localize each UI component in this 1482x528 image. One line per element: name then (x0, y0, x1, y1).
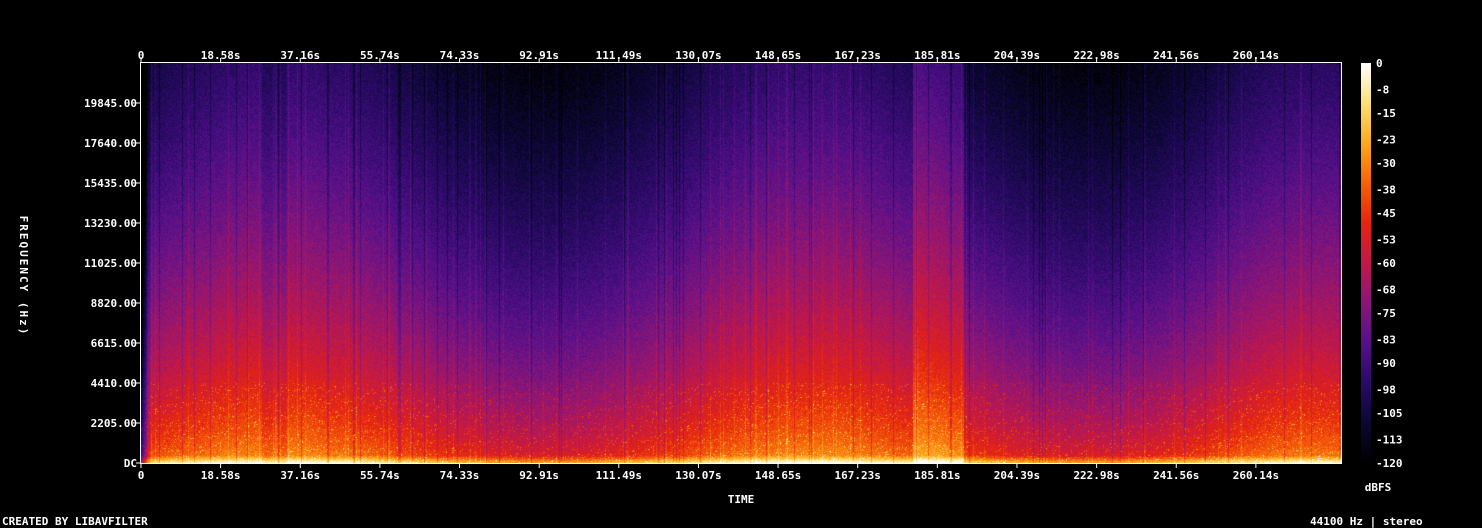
y-tick-label: 6615.00 (91, 337, 137, 350)
colorbar-tick-label: 0 (1376, 57, 1383, 70)
y-tick-label: 2205.00 (91, 417, 137, 430)
x-tick-label-top: 18.58s (201, 49, 241, 62)
colorbar-label: dBFS (1365, 481, 1392, 494)
colorbar-tick-label: -105 (1376, 407, 1403, 420)
colorbar-tick-label: -15 (1376, 107, 1396, 120)
x-tick-label-top: 55.74s (360, 49, 400, 62)
colorbar-tick-label: -98 (1376, 384, 1396, 397)
x-tick-label-top: 167.23s (835, 49, 881, 62)
y-tick-label: 11025.00 (84, 257, 137, 270)
y-tick-label: 19845.00 (84, 97, 137, 110)
x-tick-label-top: 148.65s (755, 49, 801, 62)
x-tick-label-top: 260.14s (1233, 49, 1279, 62)
x-tick-label-bottom: 204.39s (994, 469, 1040, 482)
footer-sample-info: 44100 Hz | stereo (1310, 515, 1423, 528)
x-tick-label-bottom: 18.58s (201, 469, 241, 482)
x-tick-label-bottom: 185.81s (914, 469, 960, 482)
spectrogram-chart: 0 0 18.58s 18.58s 37.16s 37.16s 55.74s 55.74s 74… (17, 49, 1403, 506)
x-tick-label-bottom: 130.07s (675, 469, 721, 482)
x-tick-label-top: 222.98s (1073, 49, 1119, 62)
colorbar-tick-label: -38 (1376, 184, 1396, 197)
footer-credit: CREATED BY LIBAVFILTER (2, 515, 148, 528)
colorbar-tick-label: -83 (1376, 334, 1396, 347)
x-tick-label-bottom: 222.98s (1073, 469, 1119, 482)
x-tick-label-bottom: 148.65s (755, 469, 801, 482)
colorbar-tick-label: -90 (1376, 357, 1396, 370)
colorbar (1361, 63, 1371, 463)
x-tick-label-bottom: 260.14s (1233, 469, 1279, 482)
spectrogram-figure: 0 0 18.58s 18.58s 37.16s 37.16s 55.74s 55.74s 74… (0, 0, 1482, 528)
y-tick-label: 17640.00 (84, 137, 137, 150)
x-axis-label: TIME (728, 493, 755, 506)
colorbar-tick-label: -53 (1376, 234, 1396, 247)
x-tick-label-bottom: 92.91s (519, 469, 559, 482)
colorbar-tick-label: -30 (1376, 157, 1396, 170)
colorbar-tick-label: -75 (1376, 307, 1396, 320)
x-tick-label-bottom: 74.33s (440, 469, 480, 482)
y-tick-label: DC (124, 457, 137, 470)
x-tick-label-bottom: 167.23s (835, 469, 881, 482)
y-axis-label: FREQUENCY (Hz) (17, 216, 30, 337)
x-tick-label-bottom: 111.49s (596, 469, 642, 482)
spectrogram-heatmap (141, 63, 1341, 463)
x-tick-label-top: 130.07s (675, 49, 721, 62)
x-tick-label-top: 74.33s (440, 49, 480, 62)
x-tick-label-top: 0 (138, 49, 145, 62)
colorbar-tick-label: -60 (1376, 257, 1396, 270)
y-tick-label: 15435.00 (84, 177, 137, 190)
colorbar-tick-label: -68 (1376, 284, 1396, 297)
colorbar-tick-label: -113 (1376, 434, 1403, 447)
colorbar-tick-label: -8 (1376, 84, 1389, 97)
x-tick-label-top: 185.81s (914, 49, 960, 62)
x-tick-label-bottom: 37.16s (280, 469, 320, 482)
x-tick-label-top: 37.16s (280, 49, 320, 62)
colorbar-tick-label: -120 (1376, 457, 1403, 470)
x-tick-label-bottom: 241.56s (1153, 469, 1199, 482)
x-tick-label-top: 111.49s (596, 49, 642, 62)
colorbar-tick-label: -45 (1376, 207, 1396, 220)
y-tick-label: 8820.00 (91, 297, 137, 310)
x-tick-label-bottom: 0 (138, 469, 145, 482)
y-tick-label: 4410.00 (91, 377, 137, 390)
x-tick-label-top: 204.39s (994, 49, 1040, 62)
y-tick-label: 13230.00 (84, 217, 137, 230)
x-tick-label-top: 241.56s (1153, 49, 1199, 62)
x-tick-label-bottom: 55.74s (360, 469, 400, 482)
colorbar-tick-label: -23 (1376, 134, 1396, 147)
x-tick-label-top: 92.91s (519, 49, 559, 62)
